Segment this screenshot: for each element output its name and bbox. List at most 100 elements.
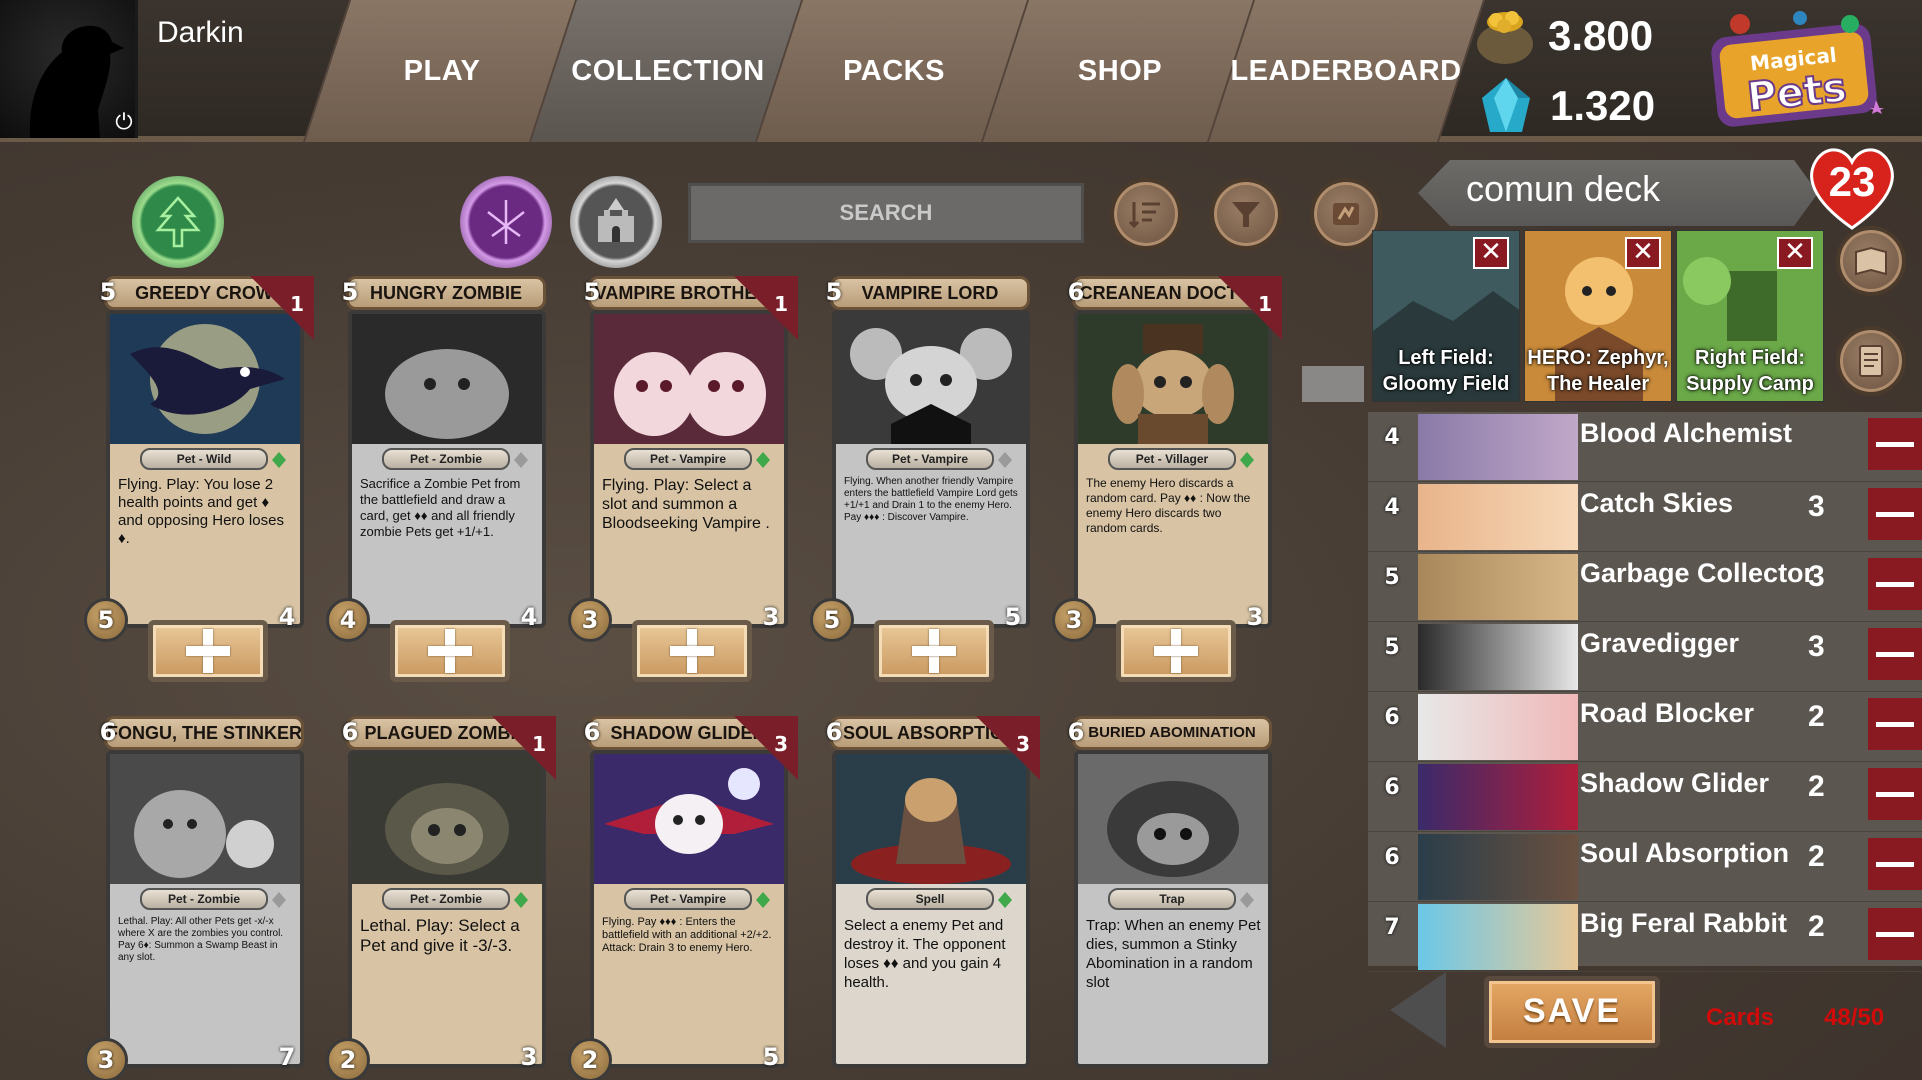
card-title: VAMPIRE LORD — [830, 276, 1030, 310]
deck-notes-button[interactable] — [1836, 326, 1906, 396]
row-name: Big Feral Rabbit — [1580, 908, 1788, 938]
row-cost: 6 — [1372, 768, 1412, 808]
tab-shop[interactable]: SHOP — [1004, 0, 1236, 142]
book-icon — [1855, 246, 1887, 276]
deck-book-button[interactable] — [1836, 226, 1906, 296]
card-attack: 4 — [326, 598, 370, 642]
card-text: Flying. Play: Select a slot and summon a… — [602, 477, 770, 532]
remove-card-button[interactable] — [1868, 488, 1922, 540]
remove-card-button[interactable] — [1868, 698, 1922, 750]
tab-packs[interactable]: PACKS — [778, 0, 1010, 142]
deck-row[interactable]: 4 Blood Alchemist — [1368, 412, 1922, 482]
collection-card[interactable]: Pet - Villager The enemy Hero discards a… — [1052, 276, 1282, 648]
add-card-button[interactable] — [874, 620, 994, 682]
plus-icon — [912, 629, 956, 673]
deck-row[interactable]: 6 Soul Absorption 2 — [1368, 832, 1922, 902]
remove-slot-button[interactable]: ✕ — [1473, 237, 1509, 269]
nature-faction-filter[interactable] — [132, 176, 224, 268]
card-title: BURIED ABOMINATION — [1072, 716, 1272, 750]
rarity-gem-icon — [756, 892, 770, 908]
card-health-value: 5 — [762, 1043, 780, 1071]
card-frame: Pet - Vampire Flying. Pay ♦♦♦ : Enters t… — [590, 750, 788, 1068]
tab-leaderboard[interactable]: LEADERBOARD — [1230, 0, 1462, 142]
card-type: Pet - Zombie — [140, 888, 268, 910]
plus-icon — [428, 629, 472, 673]
row-art — [1418, 554, 1578, 620]
add-card-button[interactable] — [148, 620, 268, 682]
right-field-slot[interactable]: ✕ Right Field: Supply Camp — [1676, 230, 1824, 402]
deck-row[interactable]: 4 Catch Skies 3 — [1368, 482, 1922, 552]
row-art — [1418, 764, 1578, 830]
collection-card[interactable]: Pet - Vampire Flying. Pay ♦♦♦ : Enters t… — [568, 716, 798, 1080]
card-text: Flying. Play: You lose 2 health points a… — [118, 476, 284, 547]
zombie-hedgehog-art — [352, 754, 542, 884]
save-button[interactable]: SAVE — [1484, 976, 1660, 1048]
tab-play[interactable]: PLAY — [326, 0, 558, 142]
sort-button[interactable] — [1110, 178, 1182, 250]
tab-collection[interactable]: COLLECTION — [552, 0, 784, 142]
collection-card[interactable]: Pet - Zombie Sacrifice a Zombie Pet from… — [326, 276, 554, 648]
previous-page-arrow-icon[interactable] — [1390, 972, 1446, 1048]
card-frame: Pet - Zombie Lethal. Play: Select a Pet … — [348, 750, 546, 1068]
row-name: Blood Alchemist — [1580, 418, 1793, 448]
row-art — [1418, 904, 1578, 970]
remove-card-button[interactable] — [1868, 418, 1922, 470]
collection-card[interactable]: Pet - Zombie Lethal. Play: Select a Pet … — [326, 716, 556, 1080]
gold-amount: 3.800 — [1548, 12, 1654, 59]
hero-slot[interactable]: ✕ HERO: Zephyr, The Healer — [1524, 230, 1672, 402]
deck-row[interactable]: 5 Gravedigger 3 — [1368, 622, 1922, 692]
card-health-value: 7 — [278, 1043, 296, 1071]
remove-card-button[interactable] — [1868, 838, 1922, 890]
add-card-button[interactable] — [632, 620, 752, 682]
collection-card[interactable]: Pet - Vampire Flying. Play: Select a slo… — [568, 276, 798, 648]
row-quantity: 2 — [1808, 910, 1825, 943]
deck-row[interactable]: 7 Big Feral Rabbit 2 — [1368, 902, 1922, 972]
collection-card[interactable]: Trap Trap: When an enemy Pet dies, summo… — [1052, 716, 1280, 1080]
remove-card-button[interactable] — [1868, 908, 1922, 960]
avatar[interactable]: ⏻ — [0, 0, 138, 138]
card-health-value: 3 — [1246, 603, 1264, 631]
deck-row[interactable]: 5 Garbage Collector 3 — [1368, 552, 1922, 622]
remove-slot-button[interactable]: ✕ — [1625, 237, 1661, 269]
add-card-button[interactable] — [1116, 620, 1236, 682]
deck-name[interactable]: comun deck — [1466, 168, 1660, 210]
filter-button[interactable] — [1210, 178, 1282, 250]
card-health-value: 5 — [1004, 603, 1022, 631]
add-card-button[interactable] — [390, 620, 510, 682]
deck-row[interactable]: 6 Shadow Glider 2 — [1368, 762, 1922, 832]
search-input[interactable] — [688, 183, 1084, 243]
remove-card-button[interactable] — [1868, 628, 1922, 680]
collection-card[interactable]: Pet - Vampire Flying. When another frien… — [810, 276, 1038, 648]
remove-slot-button[interactable]: ✕ — [1777, 237, 1813, 269]
card-health: 3 — [746, 594, 796, 644]
rarity-gem-icon — [272, 452, 286, 468]
rarity-gem-icon — [1240, 892, 1254, 908]
card-health: 5 — [746, 1034, 796, 1080]
vampire-cats-art — [594, 314, 784, 444]
cards-label: Cards — [1706, 1004, 1775, 1031]
power-icon[interactable]: ⏻ — [111, 110, 135, 136]
deck-card-list: 4 Blood Alchemist 4 Catch Skies 3 5 Garb… — [1368, 412, 1922, 972]
card-art — [352, 314, 542, 444]
neutral-faction-filter[interactable] — [570, 176, 662, 268]
card-art — [594, 754, 784, 884]
collection-card[interactable]: Spell Select a enemy Pet and destroy it.… — [810, 716, 1040, 1080]
remove-card-button[interactable] — [1868, 768, 1922, 820]
rarity-gem-icon — [998, 452, 1012, 468]
dark-faction-filter[interactable] — [460, 176, 552, 268]
deck-row[interactable]: 6 Road Blocker 2 — [1368, 692, 1922, 762]
remove-card-button[interactable] — [1868, 558, 1922, 610]
row-cost: 7 — [1372, 908, 1412, 948]
scroll-tab[interactable] — [1302, 366, 1364, 402]
plus-icon — [1154, 629, 1198, 673]
card-cost: 5 — [88, 272, 128, 312]
document-icon — [1859, 345, 1883, 377]
slot-label: Right Field: Supply Camp — [1686, 347, 1814, 395]
collection-card[interactable]: Pet - Zombie Lethal. Play: All other Pet… — [84, 716, 312, 1080]
card-text: Lethal. Play: All other Pets get -x/-x w… — [118, 916, 284, 963]
left-field-slot[interactable]: ✕ Left Field: Gloomy Field — [1372, 230, 1520, 402]
row-cost: 5 — [1372, 558, 1412, 598]
tab-collection-label: COLLECTION — [571, 54, 765, 87]
card-text: Select a enemy Pet and destroy it. The o… — [844, 917, 1006, 991]
collection-card[interactable]: Pet - Wild Flying. Play: You lose 2 heal… — [84, 276, 314, 648]
